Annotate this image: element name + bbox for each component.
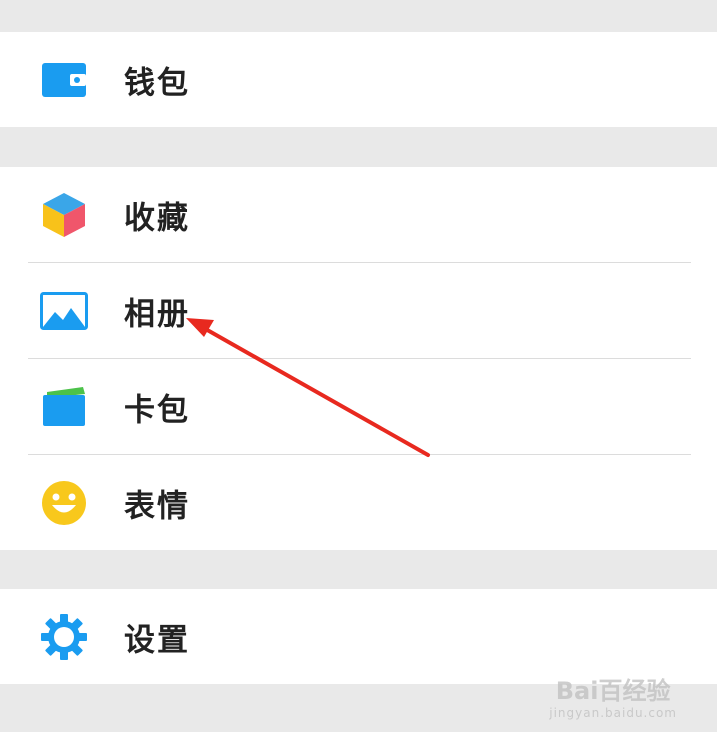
wallet-group: 钱包: [0, 32, 717, 127]
menu-item-cards[interactable]: 卡包: [0, 359, 717, 454]
menu-item-album[interactable]: 相册: [0, 263, 717, 358]
card-icon: [40, 383, 88, 431]
menu-label-settings: 设置: [124, 622, 190, 658]
menu-item-settings[interactable]: 设置: [0, 589, 717, 684]
menu-label-favorites: 收藏: [124, 200, 190, 236]
menu-item-stickers[interactable]: 表情: [0, 455, 717, 550]
picture-icon: [40, 287, 88, 335]
menu-item-favorites[interactable]: 收藏: [0, 167, 717, 262]
top-spacer: [0, 0, 717, 32]
baidu-watermark: Bai百经验 jingyan.baidu.com: [549, 671, 677, 720]
gear-icon: [40, 613, 88, 661]
cube-icon: [40, 191, 88, 239]
menu-label-album: 相册: [124, 296, 190, 332]
menu-label-wallet: 钱包: [124, 65, 190, 101]
smiley-icon: [40, 479, 88, 527]
section-spacer: [0, 127, 717, 167]
menu-label-cards: 卡包: [124, 392, 190, 428]
wallet-icon: [40, 56, 88, 104]
section-spacer: [0, 550, 717, 589]
main-group: 收藏 相册 卡包 表情: [0, 167, 717, 550]
settings-group: 设置: [0, 589, 717, 684]
watermark-brand: Bai百经验: [555, 677, 671, 705]
menu-label-stickers: 表情: [124, 488, 190, 524]
menu-item-wallet[interactable]: 钱包: [0, 32, 717, 127]
watermark-url: jingyan.baidu.com: [549, 706, 677, 720]
